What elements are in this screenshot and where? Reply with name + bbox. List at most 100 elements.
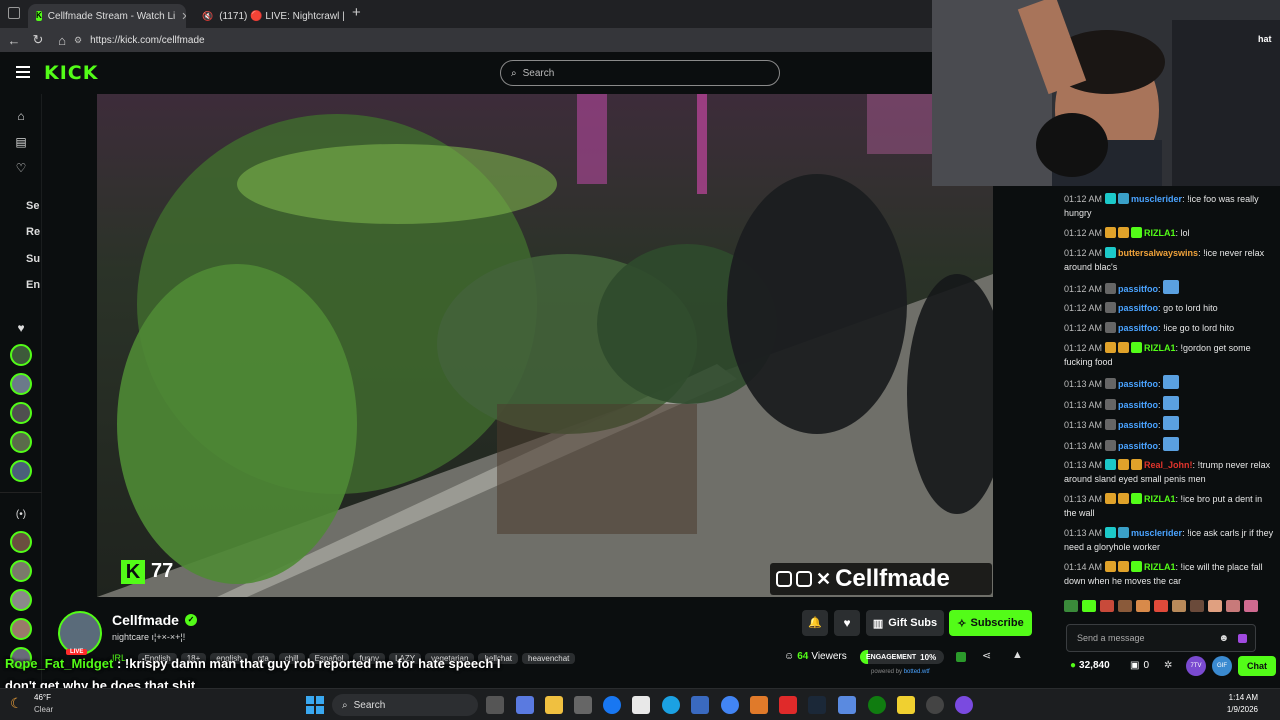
gift-subs-button[interactable]: ▥ Gift Subs [866, 610, 944, 636]
follow-heart-icon[interactable]: ♥ [834, 610, 860, 636]
sidebar-label[interactable]: En [26, 279, 40, 291]
browser-tab[interactable]: K Cellfmade Stream - Watch Li ✕ [28, 4, 186, 28]
emote-bar [1064, 600, 1278, 616]
emote[interactable] [1244, 600, 1258, 612]
sidebar-label[interactable]: Su [26, 253, 40, 265]
back-icon[interactable]: ← [2, 33, 26, 48]
emote[interactable] [1172, 600, 1186, 612]
emote[interactable] [1190, 600, 1204, 612]
chat-username[interactable]: passitfoo [1118, 400, 1158, 410]
speaker-muted-icon[interactable]: 🔇 [202, 11, 213, 22]
chat-username[interactable]: musclerider [1131, 528, 1182, 538]
emote[interactable] [1100, 600, 1114, 612]
report-icon[interactable]: ▲ [1012, 649, 1023, 661]
sidebar-label[interactable]: Se [26, 200, 39, 212]
chat-username[interactable]: RIZLA1 [1144, 562, 1176, 572]
followed-channel-avatar[interactable] [10, 344, 32, 366]
recommended-channel-avatar[interactable] [10, 618, 32, 640]
new-tab-button[interactable]: + [352, 4, 361, 21]
file-explorer-icon[interactable] [545, 696, 563, 714]
seventv-button[interactable]: 7TV [1186, 656, 1206, 676]
steam-icon[interactable] [808, 696, 826, 714]
youtube-icon[interactable] [779, 696, 797, 714]
stream-tag[interactable]: heavenchat [522, 653, 576, 664]
emoji-icon[interactable]: ☻ [1218, 633, 1229, 644]
video-player[interactable]: K 77 ✕ Cellfmade [97, 94, 993, 597]
xbox-icon[interactable] [868, 696, 886, 714]
followed-channel-avatar[interactable] [10, 431, 32, 453]
followed-channel-avatar[interactable] [10, 460, 32, 482]
chat-username[interactable]: passitfoo [1118, 420, 1158, 430]
kick-emote-icon[interactable] [1238, 633, 1247, 643]
task-view-icon[interactable] [486, 696, 504, 714]
channel-points[interactable]: ● 32,840 [1070, 660, 1110, 671]
sidebar-label[interactable]: Re [26, 226, 40, 238]
subscribe-button[interactable]: ✧ Subscribe [949, 610, 1032, 636]
chat-username[interactable]: passitfoo [1118, 323, 1158, 333]
store-icon[interactable] [574, 696, 592, 714]
obs-icon[interactable] [926, 696, 944, 714]
emote[interactable] [1064, 600, 1078, 612]
chat-send-button[interactable]: Chat [1238, 656, 1276, 676]
tab-actions-icon[interactable] [8, 7, 20, 19]
followed-channel-avatar[interactable] [10, 402, 32, 424]
kick-logo[interactable]: KICK [44, 62, 98, 84]
chat-username[interactable]: passitfoo [1118, 303, 1158, 313]
site-info-icon[interactable]: ⚙ [74, 35, 82, 46]
emote[interactable] [1208, 600, 1222, 612]
emote[interactable] [1136, 600, 1150, 612]
chat-username[interactable]: musclerider [1131, 194, 1182, 204]
address-field[interactable]: ⚙ https://kick.com/cellfmade [74, 35, 205, 46]
chat-badge-icon [1131, 227, 1143, 238]
channel-name[interactable]: Cellfmade [112, 612, 179, 628]
emote[interactable] [1082, 600, 1096, 612]
chat-username[interactable]: passitfoo [1118, 441, 1158, 451]
gif-button[interactable]: GIF [1212, 656, 1232, 676]
chat-username[interactable]: RIZLA1 [1144, 228, 1176, 238]
windows-start-icon[interactable] [306, 696, 324, 714]
home-icon[interactable]: ⌂ [50, 33, 74, 48]
copilot-icon[interactable] [516, 696, 534, 714]
taskbar-search[interactable]: ⌕ Search [332, 694, 478, 716]
facebook-icon[interactable] [603, 696, 621, 714]
chat-message-input[interactable]: Send a message ☻ [1066, 624, 1256, 652]
emote[interactable] [1226, 600, 1240, 612]
chat-settings-icon[interactable]: ✲ [1164, 660, 1172, 671]
chrome-icon[interactable] [721, 696, 739, 714]
edge-icon[interactable] [662, 696, 680, 714]
emote[interactable] [1118, 600, 1132, 612]
calculator-icon[interactable] [691, 696, 709, 714]
weather-icon[interactable]: ☾ [10, 695, 23, 712]
chat-username[interactable]: Real_John! [1144, 460, 1193, 470]
app-icon[interactable] [955, 696, 973, 714]
home-icon[interactable]: ⌂ [13, 108, 29, 124]
recommended-channel-avatar[interactable] [10, 560, 32, 582]
stats-icon[interactable] [956, 652, 966, 662]
chat-username[interactable]: passitfoo [1118, 284, 1158, 294]
share-icon[interactable]: ⋖ [982, 649, 991, 662]
notes-icon[interactable] [897, 696, 915, 714]
chest-counter[interactable]: ▣ 0 [1130, 660, 1149, 671]
taskbar-date[interactable]: 1/9/2026 [1218, 705, 1258, 714]
emote[interactable] [1154, 600, 1168, 612]
recommended-channel-avatar[interactable] [10, 589, 32, 611]
close-tab-icon[interactable]: ✕ [181, 10, 186, 23]
notification-bell-icon[interactable]: 🔔 [802, 610, 828, 636]
recommended-channel-avatar[interactable] [10, 531, 32, 553]
menu-icon[interactable] [16, 66, 30, 78]
chat-username[interactable]: passitfoo [1118, 379, 1158, 389]
chat-username[interactable]: buttersalwayswins [1118, 248, 1198, 258]
amazon-icon[interactable] [632, 696, 650, 714]
chat-message: 01:13 AM passitfoo: [1064, 396, 1276, 412]
taskbar-clock[interactable]: 1:14 AM [1218, 693, 1258, 702]
browser-tab[interactable]: 🔇 (1171) 🔴 LIVE: Nightcrawl | 8 ✕ [188, 4, 346, 28]
search-input[interactable]: ⌕ Search [500, 60, 780, 86]
vlc-icon[interactable] [750, 696, 768, 714]
followed-channel-avatar[interactable] [10, 373, 32, 395]
following-heart-icon[interactable]: ♡ [13, 160, 29, 176]
chat-username[interactable]: RIZLA1 [1144, 343, 1176, 353]
browse-icon[interactable]: ▤ [13, 134, 29, 150]
chat-username[interactable]: RIZLA1 [1144, 494, 1176, 504]
app-icon[interactable] [838, 696, 856, 714]
reload-icon[interactable]: ↻ [26, 32, 50, 48]
